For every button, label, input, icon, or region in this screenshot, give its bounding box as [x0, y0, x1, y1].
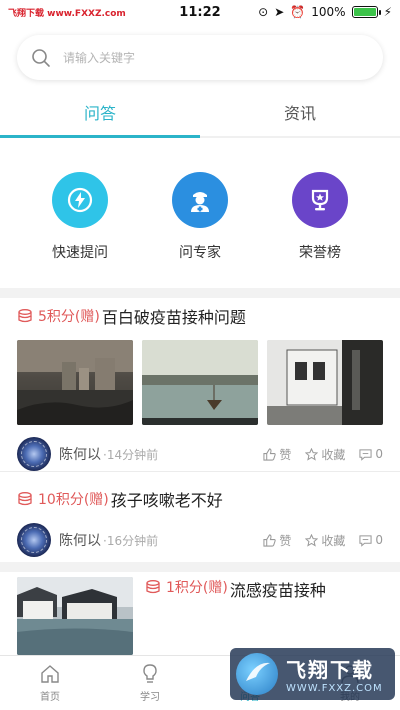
- avatar[interactable]: [17, 523, 51, 557]
- site-watermark: 飞翔下载 WWW.FXXZ.COM: [230, 648, 395, 700]
- post-image[interactable]: [142, 340, 258, 425]
- post-title-row: 1积分(赠) 流感疫苗接种: [145, 577, 326, 655]
- quick-ask-button[interactable]: 快速提问: [30, 172, 130, 262]
- star-icon: [305, 533, 319, 547]
- favorite-button[interactable]: 收藏: [305, 446, 345, 463]
- status-time: 11:22: [179, 4, 221, 20]
- post-item[interactable]: 5积分(赠) 百白破疫苗接种问题 陈何以 ·14分钟前 赞 收藏 0: [0, 304, 400, 471]
- author-name[interactable]: 陈何以: [59, 444, 101, 464]
- doctor-icon: [172, 172, 228, 228]
- post-images: [17, 340, 383, 425]
- post-item[interactable]: 10积分(赠) 孩子咳嗽老不好 陈何以 ·16分钟前 赞 收藏 0: [0, 487, 400, 557]
- post-title-row: 10积分(赠) 孩子咳嗽老不好: [17, 487, 383, 511]
- nav-study[interactable]: 学习: [100, 656, 200, 710]
- honor-board-button[interactable]: 荣誉榜: [270, 172, 370, 262]
- trophy-icon: [292, 172, 348, 228]
- post-time: ·16分钟前: [103, 533, 159, 548]
- like-label: 赞: [279, 447, 292, 462]
- comment-icon: [359, 534, 372, 547]
- reward-points: 5积分(赠): [38, 309, 100, 325]
- battery-icon: [351, 6, 381, 18]
- lightbulb-icon: [143, 664, 157, 683]
- avatar[interactable]: [17, 437, 51, 471]
- tab-news[interactable]: 资讯: [200, 88, 400, 136]
- home-icon: [41, 665, 59, 683]
- nav-home[interactable]: 首页: [0, 656, 100, 710]
- status-bar: 飞翔下载 www.FXXZ.com 11:22 ⊙ ➤ ⏰ 100% ⚡: [0, 0, 400, 24]
- search-input[interactable]: 请输入关键字: [17, 35, 383, 80]
- comment-count: 0: [375, 533, 383, 547]
- section-divider: [0, 288, 400, 298]
- coin-icon: [18, 492, 32, 506]
- post-title: 孩子咳嗽老不好: [110, 491, 223, 510]
- quick-ask-label: 快速提问: [52, 245, 108, 261]
- thumbs-up-icon: [263, 447, 277, 461]
- nav-home-label: 首页: [40, 692, 60, 703]
- watermark-url: WWW.FXXZ.COM: [286, 683, 383, 694]
- watermark-text: 飞翔下载 WWW.FXXZ.COM: [286, 654, 383, 694]
- ask-expert-button[interactable]: 问专家: [150, 172, 250, 262]
- favorite-button[interactable]: 收藏: [305, 532, 345, 549]
- post-title: 百白破疫苗接种问题: [101, 308, 246, 327]
- watermark-logo-icon: [236, 653, 278, 695]
- post-image[interactable]: [17, 577, 133, 655]
- search-placeholder: 请输入关键字: [63, 51, 136, 65]
- nav-study-label: 学习: [140, 692, 160, 703]
- top-tabs: 问答 资讯: [0, 88, 400, 138]
- lightning-icon: [52, 172, 108, 228]
- tab-qa[interactable]: 问答: [0, 88, 200, 138]
- post-item[interactable]: 1积分(赠) 流感疫苗接种: [0, 577, 400, 655]
- like-button[interactable]: 赞: [263, 532, 291, 549]
- post-image[interactable]: [267, 340, 383, 425]
- post-meta: 陈何以 ·14分钟前 赞 收藏 0: [17, 437, 383, 471]
- favorite-label: 收藏: [321, 447, 346, 462]
- like-button[interactable]: 赞: [263, 446, 291, 463]
- post-image[interactable]: [17, 340, 133, 425]
- comment-button[interactable]: 0: [359, 447, 383, 461]
- post-time: ·14分钟前: [103, 447, 159, 462]
- comment-count: 0: [375, 447, 383, 461]
- coin-icon: [146, 580, 160, 594]
- coin-icon: [18, 309, 32, 323]
- like-label: 赞: [279, 533, 292, 548]
- post-actions: 赞 收藏 0: [263, 532, 383, 549]
- honor-board-label: 荣誉榜: [299, 245, 341, 261]
- watermark-title: 飞翔下载: [286, 658, 374, 682]
- reward-points: 1积分(赠): [166, 580, 228, 596]
- reward-points: 10积分(赠): [38, 492, 109, 508]
- post-meta: 陈何以 ·16分钟前 赞 收藏 0: [17, 523, 383, 557]
- comment-button[interactable]: 0: [359, 533, 383, 547]
- author-name[interactable]: 陈何以: [59, 530, 101, 550]
- comment-icon: [359, 448, 372, 461]
- star-icon: [305, 447, 319, 461]
- thumbs-up-icon: [263, 533, 277, 547]
- post-title: 流感疫苗接种: [229, 581, 326, 600]
- ask-expert-label: 问专家: [179, 245, 221, 261]
- section-divider: [0, 562, 400, 572]
- post-title-row: 5积分(赠) 百白破疫苗接种问题: [17, 304, 383, 328]
- quick-actions: 快速提问 问专家 荣誉榜: [0, 172, 400, 262]
- favorite-label: 收藏: [321, 533, 346, 548]
- search-icon: [32, 48, 50, 67]
- post-actions: 赞 收藏 0: [263, 446, 383, 463]
- post-separator: [0, 471, 400, 472]
